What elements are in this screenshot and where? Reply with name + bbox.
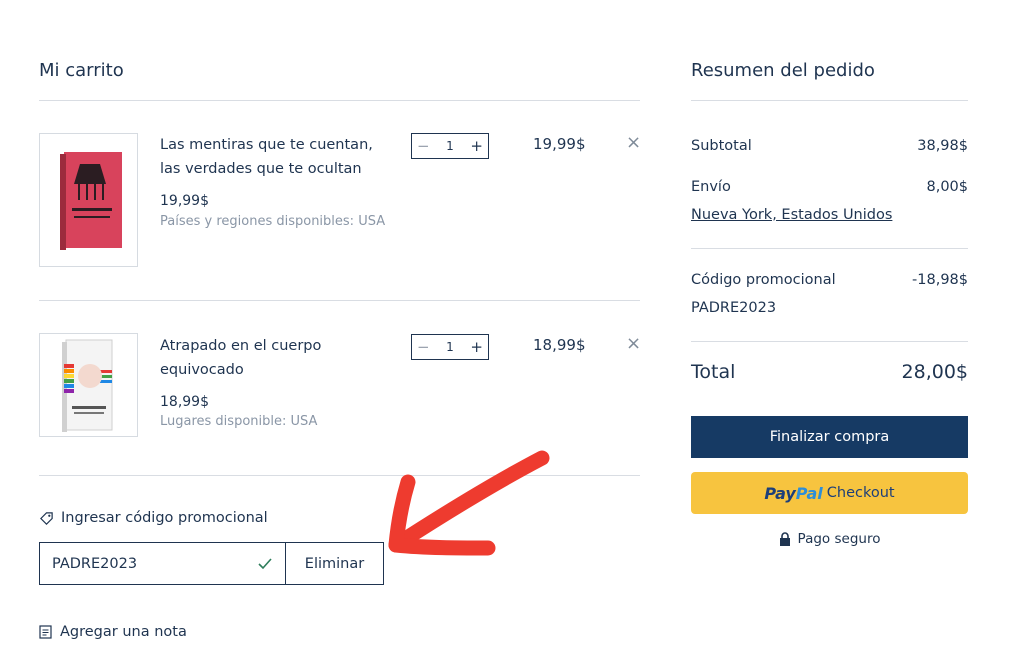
add-note-link[interactable]: Agregar una nota [39, 624, 187, 640]
annotation-arrow-icon [388, 450, 550, 556]
book-cover-icon [62, 339, 113, 432]
quantity-value[interactable]: 1 [446, 139, 454, 153]
shipping-label: Envío [691, 179, 731, 195]
promo-summary-label: Código promocional [691, 272, 836, 288]
summary-title: Resumen del pedido [691, 60, 875, 81]
promo-code-value[interactable]: PADRE2023 [52, 556, 137, 572]
decrease-button[interactable]: − [417, 338, 430, 356]
promo-code-toggle[interactable]: Ingresar código promocional [39, 510, 268, 526]
paypal-logo: Pay [764, 483, 796, 503]
total-value: 28,00$ [901, 361, 968, 383]
divider [39, 100, 640, 101]
paypal-checkout-button[interactable]: Pay Pal Checkout [691, 472, 968, 514]
paypal-checkout-label: Checkout [826, 485, 895, 501]
remove-item-icon[interactable]: × [626, 333, 641, 354]
quantity-value[interactable]: 1 [446, 340, 454, 354]
product-name[interactable]: Atrapado en el cuerpo equivocado [160, 334, 390, 382]
decrease-button[interactable]: − [417, 137, 430, 155]
cart-title: Mi carrito [39, 60, 124, 81]
check-icon [258, 558, 272, 570]
promo-summary-value: -18,98$ [912, 272, 968, 288]
product-name[interactable]: Las mentiras que te cuentan, las verdade… [160, 133, 390, 181]
quantity-stepper[interactable]: − 1 + [411, 334, 489, 360]
product-image[interactable] [39, 133, 138, 267]
line-total: 19,99$ [533, 135, 586, 153]
shipping-value: 8,00$ [926, 179, 968, 195]
product-price: 18,99$ [160, 394, 209, 410]
promo-code-label: Ingresar código promocional [61, 510, 268, 526]
note-icon [39, 625, 52, 639]
remove-item-icon[interactable]: × [626, 132, 641, 153]
divider [691, 341, 968, 342]
secure-payment-label: Pago seguro [797, 531, 881, 547]
book-cover-icon [60, 152, 122, 250]
checkout-button[interactable]: Finalizar compra [691, 416, 968, 458]
add-note-label: Agregar una nota [60, 624, 187, 640]
quantity-stepper[interactable]: − 1 + [411, 133, 489, 159]
lock-icon [779, 532, 790, 546]
divider [691, 100, 968, 101]
total-label: Total [691, 361, 736, 383]
product-price: 19,99$ [160, 193, 209, 209]
product-image[interactable] [39, 333, 138, 437]
secure-payment: Pago seguro [691, 531, 968, 547]
promo-code-input[interactable]: PADRE2023 [39, 542, 286, 585]
subtotal-value: 38,98$ [917, 138, 968, 154]
increase-button[interactable]: + [470, 137, 483, 155]
subtotal-label: Subtotal [691, 138, 752, 154]
tag-icon [40, 511, 53, 525]
product-availability: Países y regiones disponibles: USA [160, 214, 386, 229]
promo-summary-code: PADRE2023 [691, 300, 777, 316]
shipping-location-link[interactable]: Nueva York, Estados Unidos [691, 207, 892, 223]
divider [39, 300, 640, 301]
line-total: 18,99$ [533, 336, 586, 354]
product-availability: Lugares disponible: USA [160, 414, 318, 429]
increase-button[interactable]: + [470, 338, 483, 356]
divider [691, 248, 968, 249]
paypal-logo-pal: Pal [795, 483, 823, 503]
